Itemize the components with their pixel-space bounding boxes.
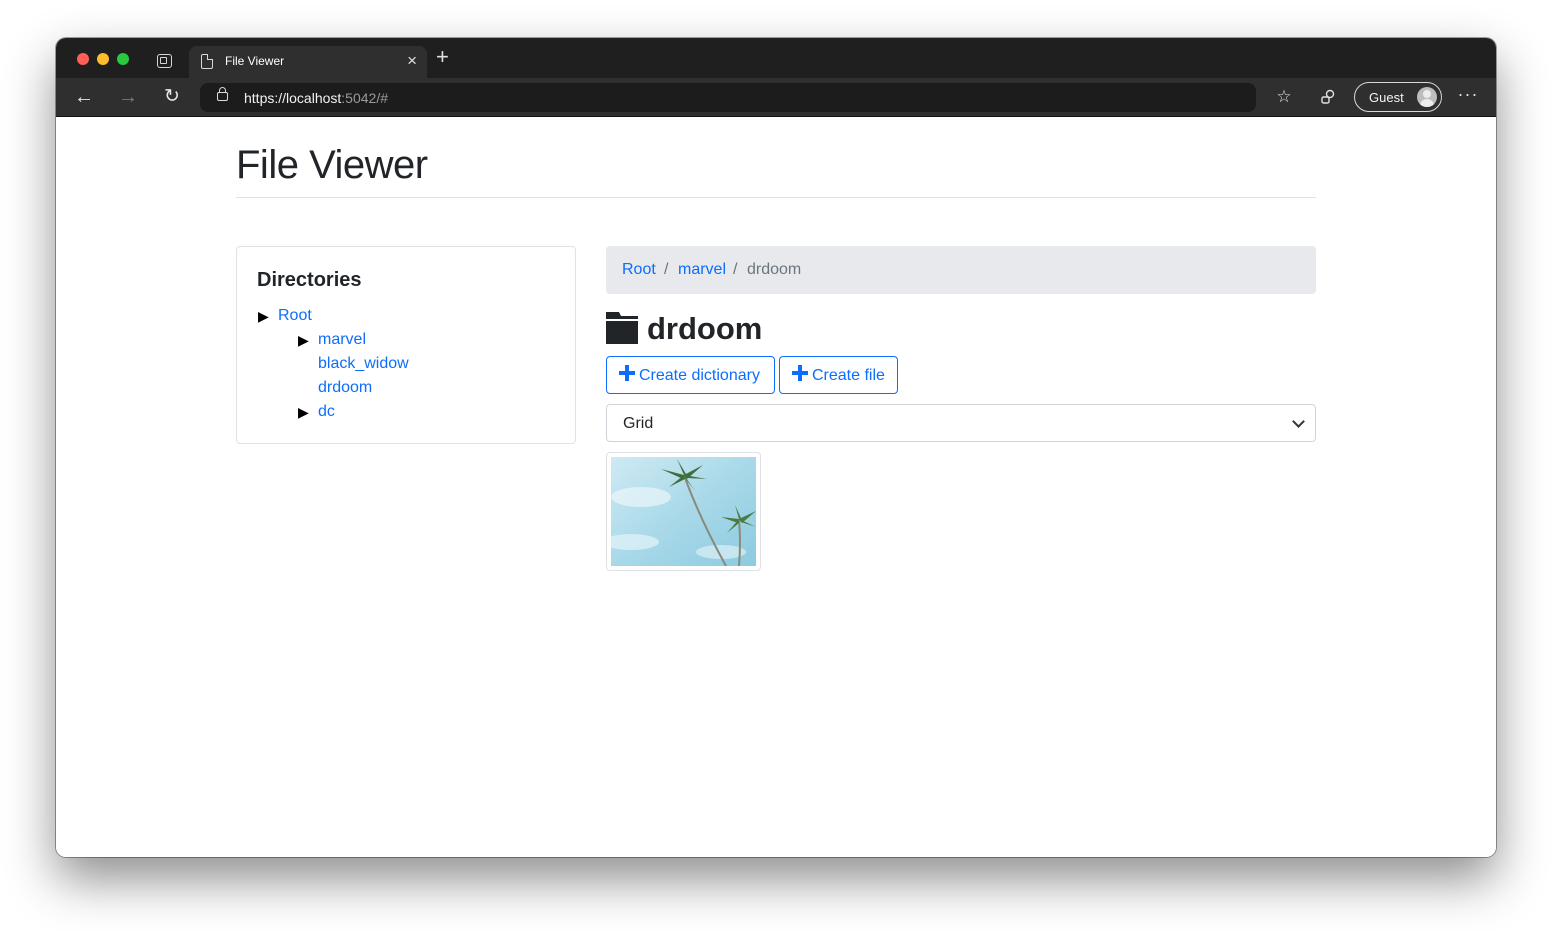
chevron-down-icon	[1292, 415, 1305, 428]
plus-icon	[792, 365, 808, 381]
page-content: File Viewer Directories ▶ Root ▶ marvel …	[56, 117, 1496, 857]
caret-right-icon[interactable]: ▶	[258, 307, 269, 325]
browser-window: File Viewer × + ← → ↻ https://localhost:…	[56, 38, 1496, 857]
favorites-star-icon[interactable]: ☆	[1272, 85, 1296, 109]
avatar-icon	[1417, 87, 1437, 107]
url-main: https://localhost	[244, 90, 342, 106]
new-tab-button[interactable]: +	[436, 46, 449, 68]
breadcrumb: Root / marvel / drdoom	[606, 246, 1316, 294]
breadcrumb-separator: /	[733, 261, 738, 278]
url-port-path: :5042/#	[341, 90, 388, 106]
minimize-window-button[interactable]	[97, 53, 109, 65]
tab-actions-icon[interactable]	[157, 54, 172, 68]
tree-link-black-widow[interactable]: black_widow	[318, 355, 409, 373]
folder-icon	[606, 312, 638, 344]
breadcrumb-marvel[interactable]: marvel	[678, 261, 726, 279]
breadcrumb-separator: /	[664, 261, 669, 278]
title-divider	[236, 197, 1316, 198]
tree-link-drdoom[interactable]: drdoom	[318, 379, 372, 397]
close-window-button[interactable]	[77, 53, 89, 65]
create-file-button[interactable]: Create file	[779, 356, 898, 394]
maximize-window-button[interactable]	[117, 53, 129, 65]
caret-right-icon[interactable]: ▶	[298, 331, 309, 349]
directories-panel: Directories ▶ Root ▶ marvel black_widow …	[236, 246, 576, 444]
extensions-glyph	[1321, 89, 1335, 104]
tree-link-marvel[interactable]: marvel	[318, 331, 366, 349]
caret-right-icon[interactable]: ▶	[298, 403, 309, 421]
view-mode-select[interactable]: Grid	[606, 404, 1316, 442]
tree-link-root[interactable]: Root	[278, 307, 312, 325]
profile-label: Guest	[1369, 90, 1404, 105]
file-thumbnail[interactable]	[606, 452, 761, 571]
url-text[interactable]: https://localhost:5042/#	[244, 90, 388, 106]
lock-icon[interactable]	[217, 87, 228, 101]
tab-strip: File Viewer × +	[56, 38, 1496, 78]
breadcrumb-root[interactable]: Root	[622, 261, 656, 279]
profile-button[interactable]: Guest	[1354, 82, 1442, 112]
document-icon	[201, 54, 213, 69]
close-tab-icon[interactable]: ×	[407, 52, 417, 69]
directories-heading: Directories	[257, 269, 362, 291]
view-mode-value: Grid	[623, 415, 654, 432]
tab-title: File Viewer	[225, 54, 285, 68]
reload-icon[interactable]: ↻	[159, 84, 185, 110]
more-options-icon[interactable]: ···	[1456, 84, 1480, 108]
create-dictionary-button[interactable]: Create dictionary	[606, 356, 775, 394]
address-bar[interactable]: https://localhost:5042/#	[200, 83, 1256, 112]
tree-link-dc[interactable]: dc	[318, 403, 335, 421]
plus-icon	[619, 365, 635, 381]
breadcrumb-current: drdoom	[747, 261, 802, 278]
create-dictionary-label: Create dictionary	[639, 367, 760, 384]
page-title: File Viewer	[236, 143, 428, 187]
extensions-icon[interactable]	[1316, 85, 1340, 109]
folder-name: drdoom	[647, 311, 763, 346]
palm-trees-image	[611, 457, 756, 566]
create-file-label: Create file	[812, 367, 885, 384]
forward-arrow-icon[interactable]: →	[115, 84, 141, 110]
browser-toolbar: ← → ↻ https://localhost:5042/# ☆ Guest ·…	[56, 78, 1496, 117]
back-arrow-icon[interactable]: ←	[71, 84, 97, 110]
tab-file-viewer[interactable]: File Viewer ×	[189, 46, 427, 78]
